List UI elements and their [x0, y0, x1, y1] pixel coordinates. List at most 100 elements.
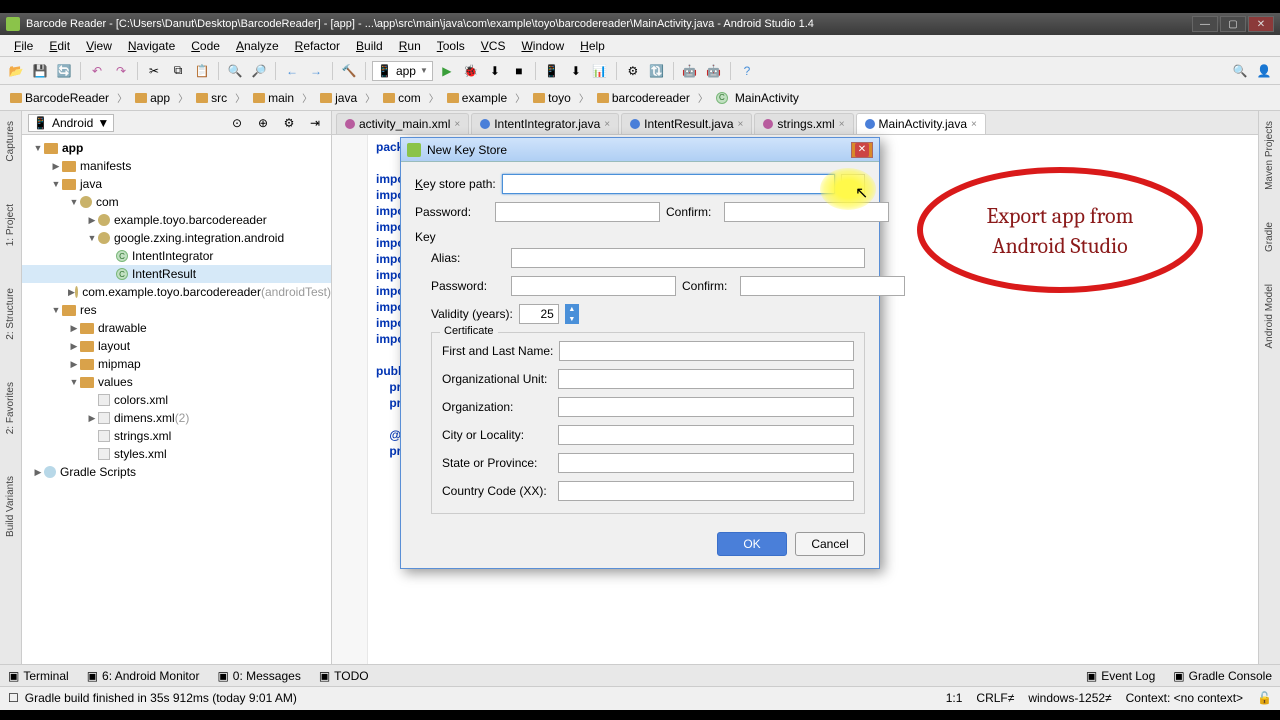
crumb-toyo[interactable]: toyo: [529, 89, 575, 107]
sync-icon[interactable]: 🔄: [54, 61, 74, 81]
ok-button[interactable]: OK: [717, 532, 787, 556]
alias-input[interactable]: [511, 248, 865, 268]
bottom-tab-event-log[interactable]: ▣Event Log: [1086, 669, 1155, 683]
build-icon[interactable]: 🔨: [339, 61, 359, 81]
menu-vcs[interactable]: VCS: [473, 37, 514, 55]
user-icon[interactable]: 👤: [1254, 61, 1274, 81]
spin-down-button[interactable]: ▼: [565, 314, 579, 324]
crumb-java[interactable]: java: [316, 89, 361, 107]
tree-layout[interactable]: ▶layout: [22, 337, 331, 355]
country-code-input[interactable]: [558, 481, 854, 501]
menu-refactor[interactable]: Refactor: [287, 37, 348, 55]
attach-icon[interactable]: ⬇: [485, 61, 505, 81]
menu-window[interactable]: Window: [513, 37, 572, 55]
crumb-mainactivity[interactable]: CMainActivity: [712, 89, 803, 107]
tree-mipmap[interactable]: ▶mipmap: [22, 355, 331, 373]
key-confirm-input[interactable]: [740, 276, 905, 296]
help-icon[interactable]: ?: [737, 61, 757, 81]
crumb-barcodereader[interactable]: barcodereader: [593, 89, 694, 107]
tab-activity_main-xml[interactable]: activity_main.xml×: [336, 113, 469, 134]
validity-input[interactable]: [519, 304, 559, 324]
menu-tools[interactable]: Tools: [429, 37, 473, 55]
tab-MainActivity-java[interactable]: MainActivity.java×: [856, 113, 986, 134]
minimize-button[interactable]: —: [1192, 16, 1218, 32]
tree-strings-xml[interactable]: strings.xml: [22, 427, 331, 445]
tree-intentresult[interactable]: CIntentResult: [22, 265, 331, 283]
tree-intentintegrator[interactable]: CIntentIntegrator: [22, 247, 331, 265]
tab-IntentIntegrator-java[interactable]: IntentIntegrator.java×: [471, 113, 619, 134]
menu-navigate[interactable]: Navigate: [120, 37, 183, 55]
tab-close-icon[interactable]: ×: [604, 119, 610, 130]
first-name-input[interactable]: [559, 341, 854, 361]
tree-colors-xml[interactable]: colors.xml: [22, 391, 331, 409]
bottom-tab-terminal[interactable]: ▣Terminal: [8, 669, 69, 683]
collapse-icon[interactable]: ⊙: [227, 113, 247, 133]
run-icon[interactable]: ▶: [437, 61, 457, 81]
right-tab-2[interactable]: Android Model: [1262, 278, 1277, 354]
replace-icon[interactable]: 🔎: [249, 61, 269, 81]
monitor-icon[interactable]: 📊: [590, 61, 610, 81]
bottom-tab----android-monitor[interactable]: ▣6: Android Monitor: [87, 669, 200, 683]
left-tab-3[interactable]: 2: Favorites: [3, 376, 18, 440]
project-view-combo[interactable]: 📱Android▼: [28, 114, 114, 132]
redo-icon[interactable]: ↷: [111, 61, 131, 81]
stop-icon[interactable]: ■: [509, 61, 529, 81]
menu-analyze[interactable]: Analyze: [228, 37, 287, 55]
menu-build[interactable]: Build: [348, 37, 391, 55]
run-config-combo[interactable]: 📱 app ▼: [372, 61, 433, 81]
find-icon[interactable]: 🔍: [225, 61, 245, 81]
status-item[interactable]: CRLF≠: [976, 691, 1014, 705]
keystore-path-input[interactable]: [502, 174, 835, 194]
undo-icon[interactable]: ↶: [87, 61, 107, 81]
tree-dimens-xml[interactable]: ▶dimens.xml (2): [22, 409, 331, 427]
open-icon[interactable]: 📂: [6, 61, 26, 81]
crumb-main[interactable]: main: [249, 89, 298, 107]
crumb-src[interactable]: src: [192, 89, 231, 107]
left-tab-2[interactable]: 2: Structure: [3, 282, 18, 346]
tab-close-icon[interactable]: ×: [971, 119, 977, 130]
android-icon-2[interactable]: 🤖: [704, 61, 724, 81]
save-icon[interactable]: 💾: [30, 61, 50, 81]
city-input[interactable]: [558, 425, 854, 445]
key-password-input[interactable]: [511, 276, 676, 296]
tab-IntentResult-java[interactable]: IntentResult.java×: [621, 113, 752, 134]
tree-drawable[interactable]: ▶drawable: [22, 319, 331, 337]
close-window-button[interactable]: ✕: [1248, 16, 1274, 32]
forward-icon[interactable]: →: [306, 61, 326, 81]
tree-com[interactable]: ▼com: [22, 193, 331, 211]
left-tab-4[interactable]: Build Variants: [3, 470, 18, 543]
maximize-button[interactable]: ▢: [1220, 16, 1246, 32]
status-item[interactable]: 1:1: [946, 691, 963, 705]
search-everywhere-icon[interactable]: 🔍: [1230, 61, 1250, 81]
settings-icon[interactable]: ⚙: [279, 113, 299, 133]
cut-icon[interactable]: ✂: [144, 61, 164, 81]
bottom-tab-gradle-console[interactable]: ▣Gradle Console: [1173, 669, 1272, 683]
sync-gradle-icon[interactable]: 🔃: [647, 61, 667, 81]
menu-code[interactable]: Code: [183, 37, 228, 55]
status-item[interactable]: windows-1252≠: [1028, 691, 1111, 705]
crumb-com[interactable]: com: [379, 89, 425, 107]
menu-help[interactable]: Help: [572, 37, 613, 55]
crumb-example[interactable]: example: [443, 89, 511, 107]
bottom-tab----messages[interactable]: ▣0: Messages: [217, 669, 300, 683]
android-icon[interactable]: 🤖: [680, 61, 700, 81]
spin-up-button[interactable]: ▲: [565, 304, 579, 314]
debug-icon[interactable]: 🐞: [461, 61, 481, 81]
tree-java[interactable]: ▼java: [22, 175, 331, 193]
avd-icon[interactable]: 📱: [542, 61, 562, 81]
tree-manifests[interactable]: ▶manifests: [22, 157, 331, 175]
crumb-app[interactable]: app: [131, 89, 174, 107]
back-icon[interactable]: ←: [282, 61, 302, 81]
tree-gradle-scripts[interactable]: ▶Gradle Scripts: [22, 463, 331, 481]
tab-close-icon[interactable]: ×: [738, 119, 744, 130]
tab-close-icon[interactable]: ×: [839, 119, 845, 130]
password-input[interactable]: [495, 202, 660, 222]
menu-edit[interactable]: Edit: [41, 37, 78, 55]
right-tab-0[interactable]: Maven Projects: [1262, 115, 1277, 196]
left-tab-0[interactable]: Captures: [3, 115, 18, 168]
menu-view[interactable]: View: [78, 37, 120, 55]
tree-app[interactable]: ▼app: [22, 139, 331, 157]
tree-styles-xml[interactable]: styles.xml: [22, 445, 331, 463]
bottom-tab-todo[interactable]: ▣TODO: [319, 669, 369, 683]
crumb-barcodereader[interactable]: BarcodeReader: [6, 89, 113, 107]
